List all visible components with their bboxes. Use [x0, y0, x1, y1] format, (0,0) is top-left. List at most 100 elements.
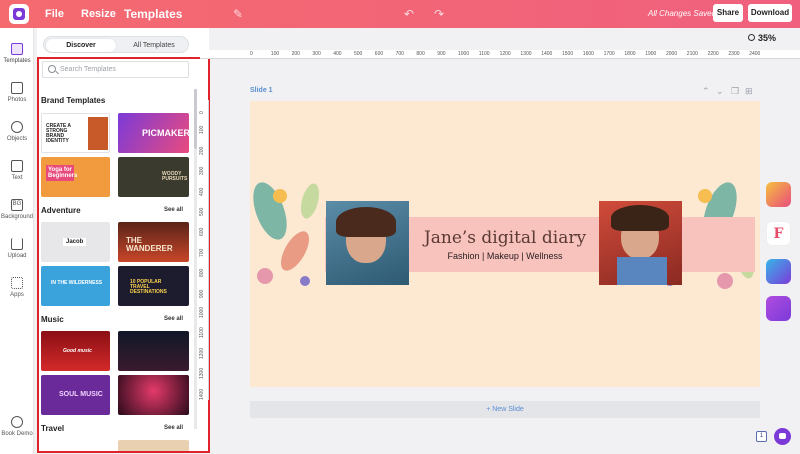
template-thumb[interactable]: CREATE A STRONG BRAND IDENTITY: [41, 113, 110, 153]
ruler-tick: 1000: [199, 306, 205, 318]
template-thumb[interactable]: PICMAKER: [118, 113, 189, 153]
thumb-text: WOODY PURSUITS: [162, 171, 188, 182]
nav-label: Photos: [7, 97, 27, 103]
template-thumb[interactable]: [118, 331, 189, 371]
app-launcher-icon[interactable]: [766, 182, 791, 207]
duplicate-icon[interactable]: ❐: [731, 86, 739, 97]
nav-book-demo[interactable]: Book Demo: [0, 416, 34, 437]
thumb-image: [88, 117, 108, 150]
undo-icon[interactable]: ↶: [404, 7, 414, 21]
chevron-down-icon[interactable]: ⌄: [716, 86, 724, 97]
slide-canvas[interactable]: Jane’s digital diary Fashion | Makeup | …: [250, 101, 760, 387]
nav-background[interactable]: BG Background: [0, 199, 34, 220]
ruler-tick: 0: [250, 51, 253, 57]
section-brand-templates: Brand Templates: [41, 96, 106, 105]
pencil-icon[interactable]: ✎: [233, 7, 243, 21]
thumb-text: 10 POPULAR TRAVEL DESTINATIONS: [130, 279, 167, 295]
thumb-text: Yoga for Beginners: [46, 165, 78, 181]
top-bar: File Resize Templates ✎ ↶ ↷ All Changes …: [0, 0, 800, 28]
template-thumb[interactable]: IN THE WILDERNESS: [41, 266, 110, 306]
see-all-music[interactable]: See all: [164, 316, 183, 322]
slide-label: Slide 1: [250, 87, 273, 94]
nav-label: Upload: [7, 253, 27, 259]
thumb-text: Good music: [63, 348, 92, 354]
ruler-tick: 1400: [541, 51, 553, 57]
photos-icon: [11, 82, 23, 94]
ruler-vertical: 0 100 200 300 400 500 600 700 800 900 1000 1100 1200…: [198, 100, 209, 400]
nav-photos[interactable]: Photos: [0, 82, 34, 103]
ruler-tick: 1000: [458, 51, 470, 57]
nav-label: Objects: [6, 136, 28, 142]
ruler-tick: 0: [199, 111, 205, 114]
zoom-level: 35%: [758, 33, 777, 43]
zoom-icon: [748, 34, 755, 41]
template-thumb[interactable]: THE WANDERER: [118, 222, 189, 262]
menu-templates[interactable]: Templates: [124, 7, 182, 21]
menu-file[interactable]: File: [45, 8, 64, 20]
page-number[interactable]: 1: [756, 431, 767, 442]
ruler-tick: 700: [395, 51, 404, 57]
font-app-icon[interactable]: F: [766, 221, 791, 246]
templates-icon: [11, 43, 23, 55]
ruler-tick: 1200: [199, 347, 205, 359]
see-all-travel[interactable]: See all: [164, 425, 183, 431]
tab-discover[interactable]: Discover: [46, 39, 116, 52]
download-button[interactable]: Download: [748, 4, 792, 22]
ruler-tick: 1600: [582, 51, 594, 57]
book-demo-icon: [11, 416, 23, 428]
ruler-tick: 1200: [499, 51, 511, 57]
template-thumb[interactable]: Jacob: [41, 222, 110, 262]
nav-templates[interactable]: Templates: [0, 43, 34, 64]
nav-label: Book Demo: [1, 431, 33, 437]
section-travel: Travel: [41, 424, 65, 433]
chat-icon[interactable]: [774, 428, 791, 445]
objects-icon: [11, 121, 23, 133]
nav-upload[interactable]: Upload: [0, 238, 34, 259]
app-logo[interactable]: [9, 4, 29, 24]
template-thumb[interactable]: 10 POPULAR TRAVEL DESTINATIONS: [118, 266, 189, 306]
slide-subline[interactable]: Fashion | Makeup | Wellness: [250, 251, 760, 261]
slide-headline[interactable]: Jane’s digital diary: [250, 228, 760, 248]
left-nav: Templates Photos Objects Text BG Backgro…: [0, 28, 34, 454]
template-thumb[interactable]: SOUL MUSIC: [41, 375, 110, 415]
ruler-tick: 500: [199, 207, 205, 216]
save-status: All Changes Saved: [648, 9, 717, 18]
tab-all-templates[interactable]: All Templates: [120, 39, 188, 52]
add-slide-icon[interactable]: ⊞: [745, 86, 753, 97]
chevron-up-icon[interactable]: ⌃: [702, 86, 710, 97]
ruler-tick: 2300: [728, 51, 740, 57]
ruler-tick: 1900: [645, 51, 657, 57]
search-templates-input[interactable]: Search Templates: [42, 61, 189, 78]
template-thumb[interactable]: [118, 375, 189, 415]
panel-scrollbar[interactable]: [194, 89, 197, 429]
new-slide-button[interactable]: + New Slide: [250, 401, 760, 418]
ruler-tick: 2400: [749, 51, 761, 57]
ruler-tick: 2000: [666, 51, 678, 57]
thumb-text: CREATE A STRONG BRAND IDENTITY: [46, 123, 71, 144]
ruler-tick: 2200: [707, 51, 719, 57]
image-app-icon[interactable]: [766, 296, 791, 321]
nav-objects[interactable]: Objects: [0, 121, 34, 142]
shirt-shape: [617, 257, 667, 285]
subline-text: Fashion | Makeup | Wellness: [447, 251, 563, 261]
ruler-tick: 400: [199, 187, 205, 196]
ruler-tick: 200: [199, 146, 205, 155]
nav-text[interactable]: Text: [0, 160, 34, 181]
see-all-adventure[interactable]: See all: [164, 207, 183, 213]
nav-apps[interactable]: Apps: [0, 277, 34, 298]
ruler-tick: 200: [291, 51, 300, 57]
template-thumb[interactable]: WOODY PURSUITS: [118, 157, 189, 197]
share-button[interactable]: Share: [713, 4, 743, 22]
zoom-control[interactable]: 35%: [748, 33, 777, 43]
ruler-tick: 1400: [199, 388, 205, 400]
ruler-tick: 1100: [199, 327, 205, 339]
paint-bucket-icon[interactable]: [766, 259, 791, 284]
nav-label: Background: [0, 214, 34, 220]
menu-resize[interactable]: Resize: [81, 8, 116, 20]
ruler-tick: 800: [199, 268, 205, 278]
template-thumb[interactable]: Yoga for Beginners: [41, 157, 110, 197]
template-thumb[interactable]: Good music: [41, 331, 110, 371]
redo-icon[interactable]: ↷: [434, 7, 444, 21]
template-thumb[interactable]: [118, 440, 189, 452]
ruler-tick: 2100: [686, 51, 698, 57]
